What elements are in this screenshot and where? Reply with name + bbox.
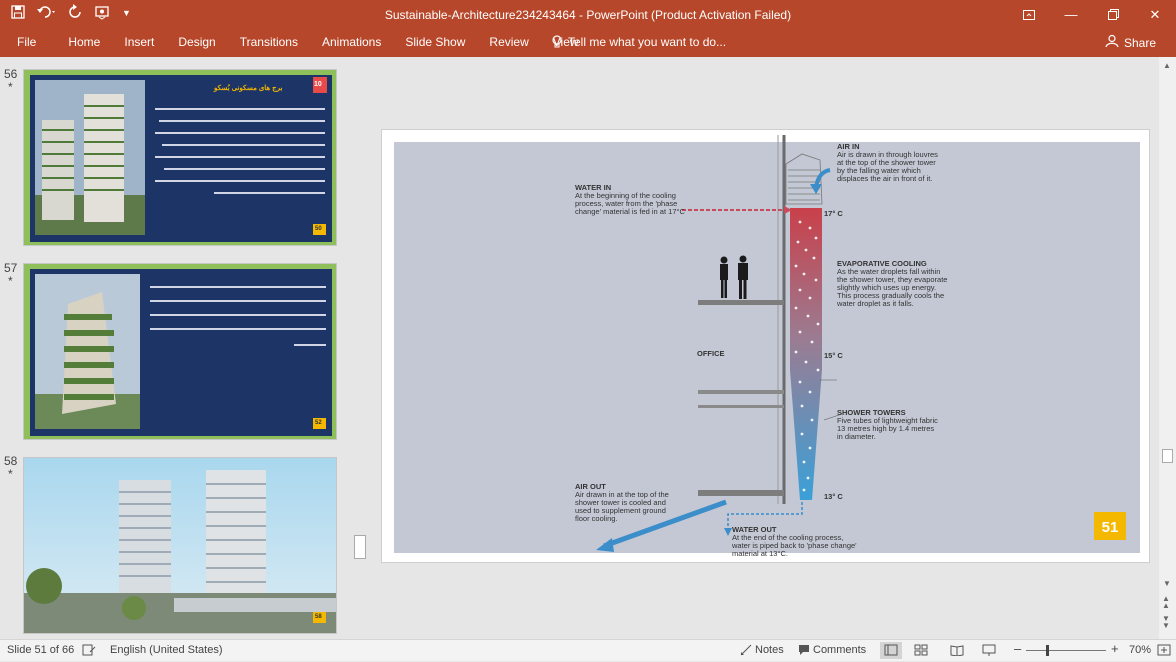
tab-home[interactable]: Home [68,35,100,49]
maximize-icon[interactable] [1092,0,1134,29]
thumbnail-number: 58 [4,454,18,468]
window-controls: — ✕ [1008,0,1176,29]
share-button[interactable]: Share [1105,34,1156,51]
comments-button[interactable]: Comments [813,644,866,656]
zoom-slider[interactable] [1026,645,1106,656]
editor-scroll-thumb[interactable] [1162,449,1173,463]
tab-file[interactable]: File [17,35,36,49]
previous-slide-icon[interactable]: ▲ ▲ [1162,595,1170,610]
spell-check-icon[interactable] [82,644,96,659]
tab-transitions[interactable]: Transitions [240,35,298,49]
zoom-slider-thumb[interactable] [1046,645,1049,656]
evaporative-cooling-text: water droplet as it falls. [836,299,914,308]
thumbnail-number: 56 [4,67,18,81]
reading-view-icon[interactable] [950,644,964,659]
person-icon [1105,34,1119,51]
temperature-top: 17° C [824,209,843,218]
slide-editor: AIR IN Air is drawn in through louvres a… [371,57,1159,639]
slide-thumbnail-pane: 56 * برج های مسکونی بُسکو 10 50 57 * 52 … [0,57,370,639]
tab-animations[interactable]: Animations [322,35,381,49]
temperature-mid: 15° C [824,351,843,360]
scroll-up-icon[interactable]: ▲ [1163,61,1171,70]
thumbnail-badge: 52 [315,420,322,426]
thumbnail-scrollbar[interactable] [352,57,369,639]
shower-towers-text: in diameter. [837,432,876,441]
animation-star-icon: * [8,467,13,481]
office-label: OFFICE [697,349,725,358]
status-bar: Slide 51 of 66 English (United States) N… [0,639,1176,661]
window-title: Sustainable-Architecture234243464 - Powe… [384,8,792,22]
air-in-text: displaces the air in front of it. [837,174,932,183]
lightbulb-icon [552,35,562,52]
zoom-level[interactable]: 70% [1129,644,1151,656]
current-slide[interactable]: AIR IN Air is drawn in through louvres a… [381,129,1150,563]
tab-insert[interactable]: Insert [124,35,154,49]
zoom-in-icon[interactable]: + [1111,641,1119,656]
thumbnail-badge: 50 [315,226,322,232]
thumbnail-slide-56[interactable]: برج های مسکونی بُسکو 10 50 [23,69,337,246]
zoom-out-icon[interactable]: – [1014,641,1021,656]
comments-icon[interactable] [798,644,810,659]
slide-counter: Slide 51 of 66 [7,644,75,656]
thumbnail-slide-58[interactable]: 58 [23,457,337,634]
editor-scrollbar[interactable]: ▲ ▼ ▲ ▲ ▼ ▼ [1159,57,1176,639]
animation-star-icon: * [8,80,13,94]
slide-number: 51 [1102,519,1119,536]
thumbnail-heading: برج های مسکونی بُسکو [214,85,283,92]
animation-star-icon: * [8,274,13,288]
tab-slide-show[interactable]: Slide Show [405,35,465,49]
ribbon: File Home Insert Design Transitions Anim… [0,29,1176,57]
next-slide-icon[interactable]: ▼ ▼ [1162,615,1170,630]
minimize-icon[interactable]: — [1050,0,1092,29]
scroll-down-icon[interactable]: ▼ [1163,579,1171,588]
title-bar: ▼ Sustainable-Architecture234243464 - Po… [0,0,1176,29]
temperature-bottom: 13° C [824,492,843,501]
water-out-text: material at 13°C. [732,549,788,558]
share-label: Share [1123,35,1156,50]
tab-design[interactable]: Design [178,35,215,49]
tell-me-box[interactable]: Tell me what you want to do... [552,35,726,52]
thumbnail-badge: 58 [315,614,322,620]
slide-sorter-view-icon[interactable] [914,644,928,659]
language-indicator[interactable]: English (United States) [110,644,223,656]
notes-icon[interactable] [740,644,752,659]
ribbon-tabs: File Home Insert Design Transitions Anim… [17,35,603,49]
slide-show-view-icon[interactable] [982,644,996,659]
air-out-text: floor cooling. [575,514,618,523]
thumbnail-scroll-thumb[interactable] [354,535,366,559]
fit-to-window-icon[interactable] [1157,644,1171,659]
tell-me-text: Tell me what you want to do... [568,35,727,49]
ribbon-display-options-icon[interactable] [1008,0,1050,29]
thumbnail-slide-57[interactable]: 52 [23,263,337,440]
close-icon[interactable]: ✕ [1134,0,1176,29]
thumbnail-number: 57 [4,261,18,275]
normal-view-icon[interactable] [880,642,902,659]
water-in-text: change' material is fed in at 17°C [575,207,685,216]
thumbnail-top-badge: 10 [314,81,322,88]
notes-button[interactable]: Notes [755,644,784,656]
tab-review[interactable]: Review [489,35,528,49]
